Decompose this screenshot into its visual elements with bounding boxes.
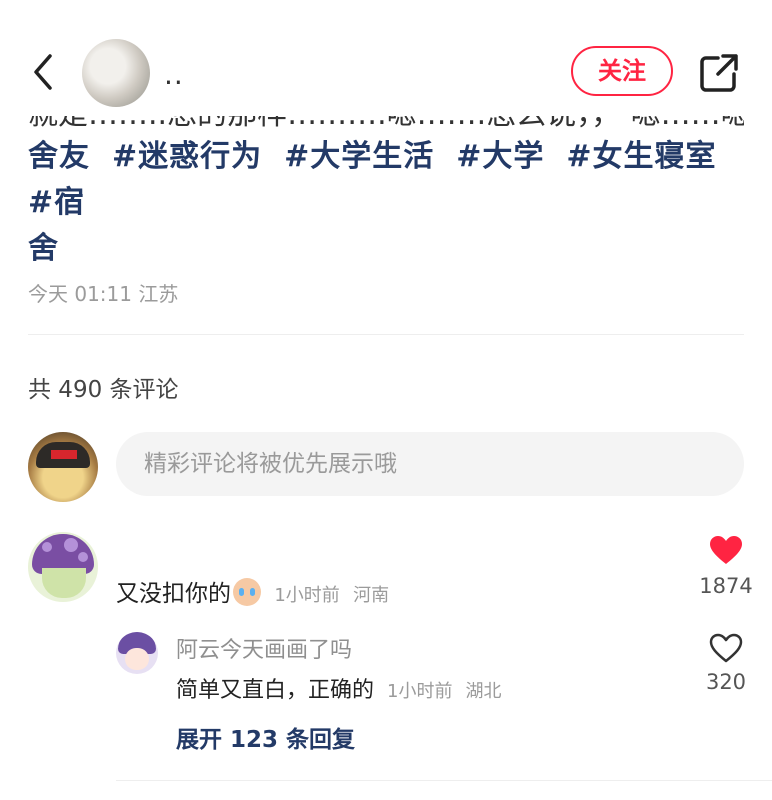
current-user-avatar bbox=[28, 432, 98, 502]
post-meta: 今天 01:11 江苏 bbox=[28, 282, 179, 306]
like-button[interactable]: 1874 bbox=[696, 534, 756, 598]
commenter-avatar[interactable] bbox=[28, 532, 98, 602]
author-avatar[interactable] bbox=[82, 39, 150, 107]
comment-content: 又没扣你的 1小时前 河南 bbox=[116, 574, 389, 608]
avatar-dot bbox=[42, 542, 52, 552]
reply-time: 1小时前 bbox=[387, 681, 453, 702]
note-body: 就是……..想的那样……….嗯…….怎么说，， 嗯……嗯 # 舍友#迷惑行为#大… bbox=[28, 100, 744, 272]
comment-time: 1小时前 bbox=[274, 585, 340, 606]
comment-input[interactable]: 精彩评论将被优先展示哦 bbox=[116, 432, 744, 496]
author-name[interactable]: .. bbox=[164, 58, 184, 91]
tag-item[interactable]: #大学 bbox=[456, 139, 544, 174]
reply-location: 湖北 bbox=[465, 681, 502, 702]
comment-text: 又没扣你的 bbox=[116, 581, 231, 607]
avatar-dot bbox=[64, 538, 78, 552]
heart-filled-icon bbox=[710, 536, 742, 564]
reply-like-count: 320 bbox=[705, 670, 747, 694]
heart-outline-icon bbox=[709, 633, 743, 663]
tag-item[interactable]: #大学生活 bbox=[284, 139, 434, 174]
tag-item[interactable]: #女生寝室 bbox=[566, 139, 716, 174]
reply-author-avatar[interactable] bbox=[116, 632, 158, 674]
share-external-icon[interactable] bbox=[698, 52, 740, 94]
reply-like-button[interactable]: 320 bbox=[696, 632, 756, 694]
tag-list: 舍友 #迷惑行为 #大学生活 #大学 #女生寝室 #宿 舍 bbox=[28, 134, 744, 272]
divider bbox=[116, 780, 772, 781]
comment-count: 共 490 条评论 bbox=[28, 377, 179, 403]
follow-button[interactable]: 关注 bbox=[571, 46, 673, 96]
chevron-left-icon[interactable] bbox=[26, 50, 62, 94]
avatar-dot bbox=[78, 552, 88, 562]
reply-content: 简单又直白，正确的 1小时前 湖北 bbox=[176, 672, 501, 704]
comment-location: 河南 bbox=[353, 585, 390, 606]
reply-author-name[interactable]: 阿云今天画画了吗 bbox=[176, 632, 352, 664]
tag-item[interactable]: #迷惑行为 bbox=[112, 139, 262, 174]
tag-item[interactable]: 舍友 bbox=[28, 139, 90, 174]
note-detail-page: .. 关注 就是……..想的那样……….嗯…….怎么说，， 嗯……嗯 # 舍友#… bbox=[0, 0, 772, 800]
expand-replies-link[interactable]: 展开 123 条回复 bbox=[176, 720, 355, 754]
tag-item[interactable]: #宿 bbox=[28, 185, 85, 220]
top-bar: .. 关注 bbox=[0, 0, 772, 116]
divider bbox=[28, 334, 744, 335]
avatar-face bbox=[42, 568, 86, 598]
tag-item-tail[interactable]: 舍 bbox=[28, 231, 59, 266]
cap-logo bbox=[51, 450, 77, 459]
crying-emoji-icon bbox=[233, 578, 261, 606]
reply-text: 简单又直白，正确的 bbox=[176, 678, 375, 703]
like-count: 1874 bbox=[699, 574, 753, 598]
avatar-face bbox=[125, 648, 149, 670]
